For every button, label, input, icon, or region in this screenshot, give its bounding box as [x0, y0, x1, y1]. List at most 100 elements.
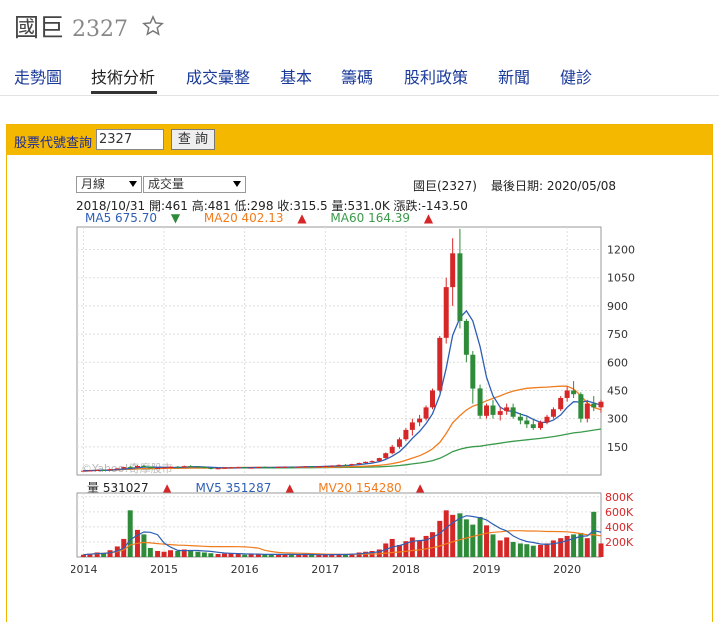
candle-body [376, 458, 382, 462]
candle-body [276, 466, 282, 468]
volume-bar [443, 510, 449, 557]
candle-body [208, 467, 214, 469]
candle-body [403, 429, 409, 440]
candle-body [510, 407, 516, 417]
x-tick-label: 2015 [150, 563, 178, 576]
candle-body [168, 466, 174, 468]
volume-bar [161, 551, 167, 557]
volume-bar [584, 538, 590, 557]
candle-body [530, 424, 536, 429]
candle-body [242, 467, 248, 469]
candle-body [282, 466, 288, 468]
candle-body [94, 469, 100, 471]
up-arrow-icon: ▲ [297, 211, 307, 225]
candle-body [309, 466, 315, 468]
candle-body [564, 390, 570, 398]
volume-bar [598, 543, 604, 557]
query-button[interactable]: 查 詢 [171, 129, 215, 150]
price-tick-label: 600 [607, 356, 628, 369]
candle-body [342, 464, 348, 466]
candle-body [497, 411, 503, 415]
price-tick-label: 900 [607, 300, 628, 313]
stock-code-input[interactable]: 2327 [96, 129, 164, 150]
x-tick-label: 2017 [311, 563, 339, 576]
stock-name: 國巨 [14, 13, 65, 42]
stock-code: 2327 [72, 17, 129, 42]
candle-body [134, 465, 140, 468]
volume-bar [510, 541, 516, 557]
volume-tick-label: 600K [605, 506, 634, 519]
volume-bar [558, 538, 564, 557]
volume-bar [107, 550, 113, 557]
tab-technical[interactable]: 技術分析 [91, 64, 155, 88]
tab-health[interactable]: 健診 [560, 64, 592, 88]
volume-bar [517, 543, 523, 557]
volume-bar [147, 547, 153, 557]
candle-body [356, 462, 362, 465]
candle-body [147, 466, 153, 469]
ma60-label: MA60 164.39 [330, 211, 411, 225]
tab-summary[interactable]: 成交彙整 [186, 64, 250, 88]
indicator-select-value: 成交量 [148, 177, 185, 191]
candle-body [437, 337, 443, 391]
candle-body [222, 467, 228, 469]
tab-basic[interactable]: 基本 [280, 64, 312, 88]
ma-legend: MA5 675.70 ▼ MA20 402.13 ▲ MA60 164.39 ▲ [85, 211, 453, 225]
price-tick-label: 750 [607, 328, 628, 341]
candle-body [80, 470, 86, 472]
candle-body [463, 320, 469, 355]
x-tick-label: 2019 [473, 563, 501, 576]
volume-bar [396, 544, 402, 557]
candle-body [550, 409, 556, 417]
volume-bar [175, 550, 181, 557]
candle-body [584, 403, 590, 419]
volume-bar [437, 520, 443, 557]
candle-body [316, 466, 322, 468]
title-row: 國巨 2327 [14, 8, 164, 44]
candle-body [490, 405, 496, 415]
volume-tick-label: 200K [605, 536, 634, 549]
candle-body [336, 464, 342, 466]
candle-body [262, 467, 268, 469]
indicator-select[interactable]: 成交量 [143, 176, 246, 193]
x-tick-label: 2014 [71, 563, 97, 576]
volume-bar [248, 554, 254, 557]
period-select[interactable]: 月線 [76, 176, 142, 193]
candle-body [155, 467, 161, 469]
volume-bar [544, 543, 550, 557]
candle-body [255, 467, 261, 469]
tab-chips[interactable]: 籌碼 [341, 64, 373, 88]
candle-body [141, 465, 147, 467]
candle-body [248, 467, 254, 469]
query-label: 股票代號查詢 [14, 136, 93, 151]
candle-body [477, 388, 483, 416]
volume-tick-label: 800K [605, 491, 634, 504]
active-tab-indicator [91, 91, 157, 94]
volume-bar [127, 510, 133, 557]
candle-body [544, 416, 550, 423]
price-plot-frame [76, 226, 602, 476]
volume-bar [268, 554, 274, 557]
star-icon[interactable] [142, 15, 164, 37]
volume-bar [208, 553, 214, 557]
volume-bar [524, 544, 530, 557]
candle-body [201, 466, 207, 468]
volume-bar [188, 550, 194, 557]
ma5-label: MA5 675.70 [85, 211, 157, 225]
candle-body [430, 390, 436, 408]
candle-body [181, 466, 187, 468]
tab-news[interactable]: 新聞 [498, 64, 530, 88]
candle-body [598, 401, 604, 408]
chevron-down-icon [129, 181, 137, 187]
tab-dividend[interactable]: 股利政策 [404, 64, 468, 88]
volume-bar [490, 534, 496, 557]
candle-body [107, 469, 113, 471]
price-volume-chart: 150 300 450 600 750 900 1050 1200 200K 400K 600K 80… [71, 226, 635, 576]
volume-bar [215, 553, 221, 557]
price-tick-label: 300 [607, 413, 628, 426]
x-tick-label: 2018 [392, 563, 420, 576]
technical-panel: 股票代號查詢 2327 查 詢 月線 成交量 國巨(2327) 最後日期: 20… [6, 124, 713, 622]
tab-trend[interactable]: 走勢圖 [14, 64, 62, 88]
chart-stock-label: 國巨(2327) [413, 179, 477, 193]
candle-body [288, 466, 294, 468]
